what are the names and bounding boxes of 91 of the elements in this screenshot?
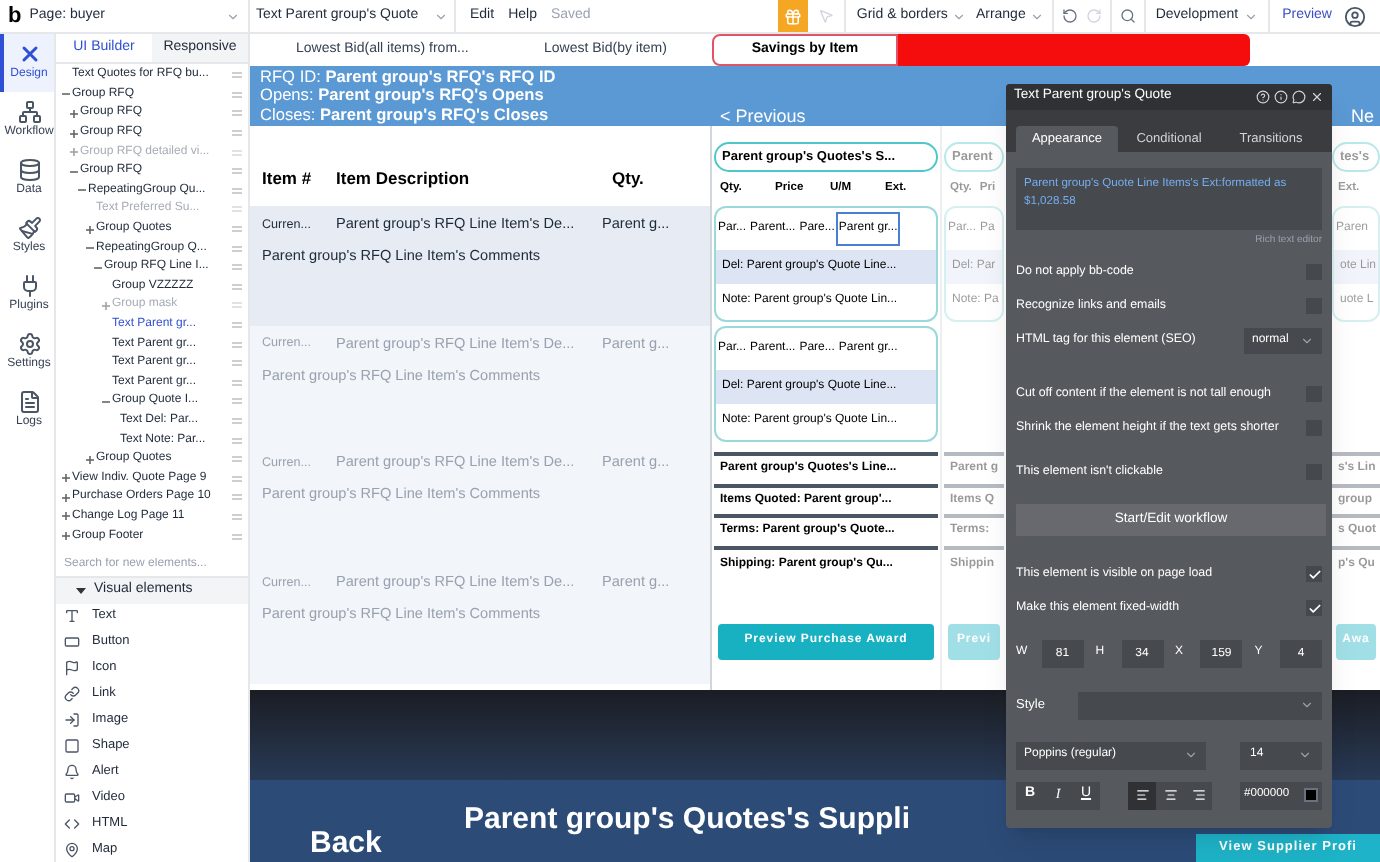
caret-icon: [434, 9, 448, 23]
plus-icon[interactable]: [62, 532, 70, 541]
flag-icon: [64, 660, 80, 677]
drag-handle-icon[interactable]: [232, 437, 242, 444]
column-header: Item Description: [336, 166, 472, 192]
caret-icon: [1244, 9, 1259, 23]
plus-icon[interactable]: [62, 512, 70, 521]
checkbox[interactable]: [1306, 600, 1322, 617]
drag-handle-icon[interactable]: [232, 72, 242, 79]
link-icon: [64, 686, 80, 703]
close-icon[interactable]: [1310, 90, 1324, 104]
plus-icon[interactable]: [86, 225, 94, 234]
plus-icon[interactable]: [70, 109, 78, 118]
image-icon: [64, 712, 80, 729]
caret-icon: [1298, 748, 1312, 763]
info-icon[interactable]: [1274, 90, 1288, 104]
caret-icon: [1029, 9, 1044, 23]
video-icon: [64, 790, 80, 807]
text-icon: [64, 608, 80, 625]
align-center-icon: [1163, 788, 1177, 803]
caret-icon: [1300, 333, 1314, 347]
plus-icon[interactable]: [62, 474, 70, 483]
plus-icon[interactable]: [62, 493, 70, 502]
drag-handle-icon[interactable]: [232, 226, 242, 233]
drag-handle-icon[interactable]: [232, 91, 242, 98]
drag-handle-icon[interactable]: [232, 264, 242, 271]
drag-handle-icon[interactable]: [232, 283, 242, 290]
checkbox[interactable]: [1306, 566, 1322, 583]
column-header: Item #: [260, 166, 314, 192]
code-icon: [64, 816, 80, 833]
style-dropdown[interactable]: [1078, 691, 1322, 720]
gift-button[interactable]: [778, 0, 809, 32]
undo-icon[interactable]: [1061, 8, 1078, 24]
drag-handle-icon[interactable]: [232, 456, 242, 463]
drag-handle-icon[interactable]: [232, 110, 242, 117]
drag-handle-icon[interactable]: [232, 245, 242, 252]
column-header: Qty.: [612, 166, 644, 192]
drag-handle-icon[interactable]: [232, 398, 242, 405]
caret-icon: [951, 9, 966, 23]
database-icon: [17, 158, 41, 182]
caret-icon: [1184, 748, 1198, 763]
caret-icon: [76, 585, 86, 596]
drag-handle-icon[interactable]: [232, 360, 242, 367]
check-icon: [1307, 601, 1321, 616]
button-icon: [64, 634, 80, 651]
drag-handle-icon[interactable]: [232, 130, 242, 137]
align-button[interactable]: [1128, 781, 1156, 810]
drag-handle-icon[interactable]: [232, 322, 242, 329]
align-button[interactable]: [1184, 781, 1212, 810]
bell-icon: [64, 764, 80, 781]
caret-icon: [1300, 698, 1314, 713]
plug-icon: [17, 274, 41, 298]
drag-handle-icon[interactable]: [232, 341, 242, 348]
square-icon: [64, 738, 80, 755]
rfq-info-line: RFQ ID: Parent group's RFQ's RFQ ID: [260, 67, 558, 87]
plus-icon[interactable]: [70, 129, 78, 138]
caret-icon: [226, 9, 240, 23]
search-icon[interactable]: [1119, 8, 1136, 24]
drag-handle-icon[interactable]: [232, 168, 242, 175]
back-button[interactable]: Back: [310, 826, 382, 860]
help-icon[interactable]: [1256, 90, 1270, 104]
rfq-info-line: Closes: Parent group's RFQ's Closes: [260, 105, 551, 125]
gift-icon: [784, 7, 803, 25]
drag-handle-icon[interactable]: [232, 513, 242, 520]
user-icon[interactable]: [1344, 5, 1366, 27]
redo-icon[interactable]: [1085, 8, 1102, 24]
plus-icon[interactable]: [70, 148, 78, 157]
map-pin-icon: [64, 842, 80, 859]
supplier-heading: Parent group's Quotes's Suppli: [464, 802, 910, 836]
plus-icon[interactable]: [102, 301, 110, 310]
drag-handle-icon[interactable]: [232, 494, 242, 501]
logo: b: [8, 5, 22, 27]
cursor-icon[interactable]: [818, 8, 835, 24]
drag-handle-icon[interactable]: [232, 417, 242, 424]
document-icon: [17, 390, 41, 414]
drag-handle-icon[interactable]: [232, 187, 242, 194]
align-button[interactable]: [1156, 781, 1184, 810]
design-icon: [17, 42, 41, 66]
plus-icon[interactable]: [86, 455, 94, 464]
check-icon: [1307, 567, 1321, 582]
color-swatch[interactable]: [1304, 788, 1318, 803]
settings-icon: [17, 332, 41, 356]
drag-handle-icon[interactable]: [232, 533, 242, 540]
workflow-icon: [17, 100, 41, 124]
drag-handle-icon[interactable]: [232, 379, 242, 386]
drag-handle-icon[interactable]: [232, 475, 242, 482]
align-right-icon: [1191, 788, 1205, 803]
rfq-info-line: Opens: Parent group's RFQ's Opens: [260, 86, 546, 106]
align-left-icon: [1135, 788, 1149, 803]
brush-icon: [17, 216, 41, 240]
comment-icon[interactable]: [1292, 90, 1306, 104]
